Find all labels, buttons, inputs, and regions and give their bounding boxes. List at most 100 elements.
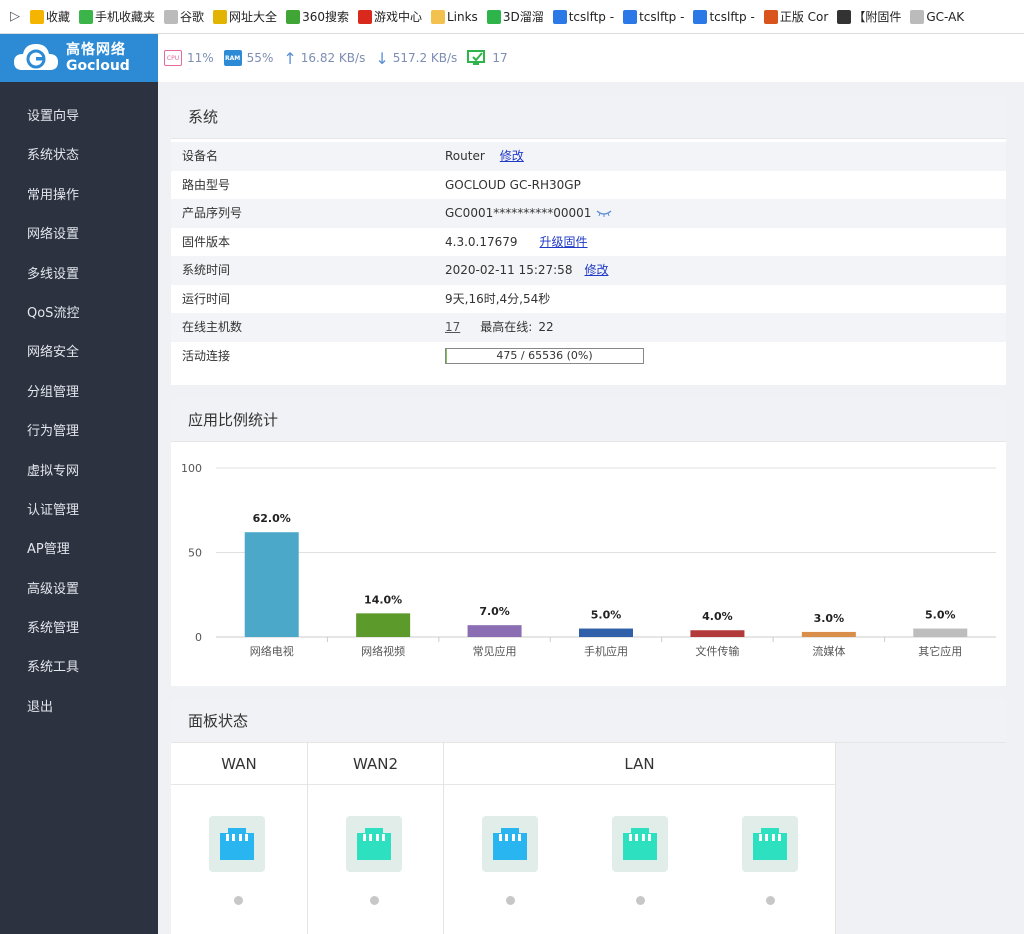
lan-column: LAN: [444, 743, 836, 934]
app-stats-panel: 应用比例统计 0 50 100 62.0% 网络电视 14.0% 网络视频 7.0% 常见应用 5…: [171, 398, 1006, 686]
x-tick-label: 其它应用: [918, 644, 962, 658]
x-tick-label: 网络视频: [361, 644, 405, 658]
sidebar-item[interactable]: AP管理: [0, 530, 158, 569]
sidebar-nav: 设置向导 系统状态 常用操作 网络设置 多线设置 QoS流控 网络安全 分组管理 行为管理 虚拟专…: [0, 97, 158, 727]
x-tick-label: 常见应用: [473, 644, 517, 658]
eye-closed-icon[interactable]: [596, 208, 612, 218]
bookmark-item[interactable]: tcslftp -: [693, 8, 755, 25]
k-icon: [623, 9, 638, 24]
x-tick-label: 文件传输: [695, 644, 739, 658]
bookmark-label: 正版 Cor: [779, 10, 829, 24]
max-online-value: 22: [538, 320, 554, 334]
info-label: 运行时间: [182, 291, 231, 306]
info-row-firmware: 固件版本 4.3.0.17679 升级固件: [171, 228, 1006, 257]
bookmark-item[interactable]: 手机收藏夹: [79, 8, 155, 25]
sidebar-item[interactable]: QoS流控: [0, 294, 158, 333]
sidebar-item[interactable]: 系统管理: [0, 609, 158, 648]
system-panel-title: 系统: [171, 95, 1006, 139]
info-label: 活动连接: [182, 348, 231, 363]
expand-icon[interactable]: ▷: [0, 9, 30, 24]
cpu-value: 11%: [187, 51, 214, 65]
port-status-title: 面板状态: [171, 699, 1006, 743]
online-value: 17: [492, 51, 508, 65]
lan3-port-icon[interactable]: [742, 816, 798, 872]
info-row-serial: 产品序列号 GC0001**********00001: [171, 199, 1006, 228]
info-row-uptime: 运行时间 9天,16时,4分,54秒: [171, 285, 1006, 314]
sidebar-item[interactable]: 虚拟专网: [0, 452, 158, 491]
wan2-label: WAN2: [308, 743, 443, 785]
ethernet-icon: [753, 828, 787, 860]
upload-arrow-icon: ↑: [283, 48, 297, 68]
bookmark-label: 游戏中心: [373, 10, 422, 24]
sidebar-item[interactable]: 多线设置: [0, 255, 158, 294]
download-value: 517.2 KB/s: [392, 51, 458, 65]
sidebar-item[interactable]: 系统状态: [0, 136, 158, 175]
wan2-port-icon[interactable]: [346, 816, 402, 872]
x-tick-label: 网络电视: [250, 644, 294, 658]
bookmark-label: Links: [446, 9, 478, 24]
star-icon: [30, 9, 44, 24]
edit-time-link[interactable]: 修改: [584, 256, 608, 285]
bookmark-item[interactable]: Links: [430, 8, 478, 25]
upgrade-firmware-link[interactable]: 升级固件: [540, 228, 588, 257]
bookmark-item[interactable]: 收藏: [30, 8, 70, 25]
chat-icon: [486, 9, 501, 24]
bookmark-label: tcslftp -: [568, 9, 615, 24]
bookmark-item[interactable]: tcslftp -: [623, 8, 684, 25]
sidebar-item[interactable]: 设置向导: [0, 97, 158, 136]
bookmark-label: 手机收藏夹: [95, 10, 156, 24]
sidebar-item[interactable]: 高级设置: [0, 570, 158, 609]
sidebar-item[interactable]: 分组管理: [0, 373, 158, 412]
system-panel: 系统 设备名 Router 修改 路由型号 GOCLOUD GC-RH30GP 产…: [171, 95, 1006, 385]
bookmark-item[interactable]: 360搜索: [286, 8, 349, 25]
info-label: 设备名: [182, 149, 219, 163]
game-icon: [357, 9, 372, 24]
logo-en-text: Gocloud: [66, 58, 130, 74]
jian-icon: [763, 9, 778, 24]
bar-data-label: 62.0%: [253, 512, 291, 525]
bookmark-item[interactable]: tcslftp -: [552, 8, 615, 25]
lan3-status-dot: [766, 896, 775, 905]
bookmark-item[interactable]: 游戏中心: [357, 8, 422, 25]
sidebar-item[interactable]: 系统工具: [0, 648, 158, 687]
image-icon: [837, 9, 852, 24]
bookmark-item[interactable]: GC-AK: [910, 8, 964, 25]
wan-label: WAN: [171, 743, 307, 785]
bar: [801, 631, 856, 637]
wan-port-icon[interactable]: [209, 816, 265, 872]
logo[interactable]: 高恪网络 Gocloud: [0, 34, 158, 82]
wan-status-dot: [234, 896, 243, 905]
hosts-link[interactable]: 17: [445, 313, 460, 342]
info-label: 产品序列号: [182, 206, 243, 220]
bookmark-label: tcslftp -: [639, 9, 685, 24]
ethernet-icon: [357, 828, 391, 860]
info-label: 在线主机数: [182, 320, 243, 334]
bookmark-item[interactable]: 正版 Cor: [763, 8, 829, 25]
edit-device-name-link[interactable]: 修改: [500, 142, 524, 171]
serial-value: GC0001**********00001: [445, 206, 592, 220]
x-tick-label: 流媒体: [812, 644, 845, 658]
lan2-port-icon[interactable]: [612, 816, 668, 872]
sidebar-item[interactable]: 网络安全: [0, 333, 158, 372]
k-icon: [552, 9, 567, 24]
app-ratio-bar-chart: 0 50 100 62.0% 网络电视 14.0% 网络视频 7.0% 常见应用 5.0% 手机应用…: [181, 462, 996, 658]
max-online-label: 最高在线:: [480, 320, 533, 334]
bar: [244, 532, 299, 637]
bookmark-item[interactable]: 谷歌: [164, 8, 204, 25]
bookmark-item[interactable]: 【附固件: [837, 8, 901, 25]
bar-data-label: 3.0%: [814, 612, 845, 625]
lan1-port-icon[interactable]: [482, 816, 538, 872]
sidebar-item[interactable]: 网络设置: [0, 215, 158, 254]
bookmark-item[interactable]: 网址大全: [213, 8, 277, 25]
sidebar-item[interactable]: 退出: [0, 688, 158, 727]
bar: [913, 628, 968, 637]
cpu-stat: CPU 11%: [164, 50, 214, 66]
sidebar-item[interactable]: 常用操作: [0, 176, 158, 215]
bar-data-label: 5.0%: [925, 609, 956, 622]
sidebar-item[interactable]: 行为管理: [0, 412, 158, 451]
sidebar-item[interactable]: 认证管理: [0, 491, 158, 530]
bookmark-item[interactable]: 3D溜溜: [486, 8, 544, 25]
uptime-value: 9天,16时,4分,54秒: [445, 291, 551, 306]
download-stat: ↓ 517.2 KB/s: [375, 49, 457, 68]
info-row-time: 系统时间 2020-02-11 15:27:58 修改: [171, 256, 1006, 285]
